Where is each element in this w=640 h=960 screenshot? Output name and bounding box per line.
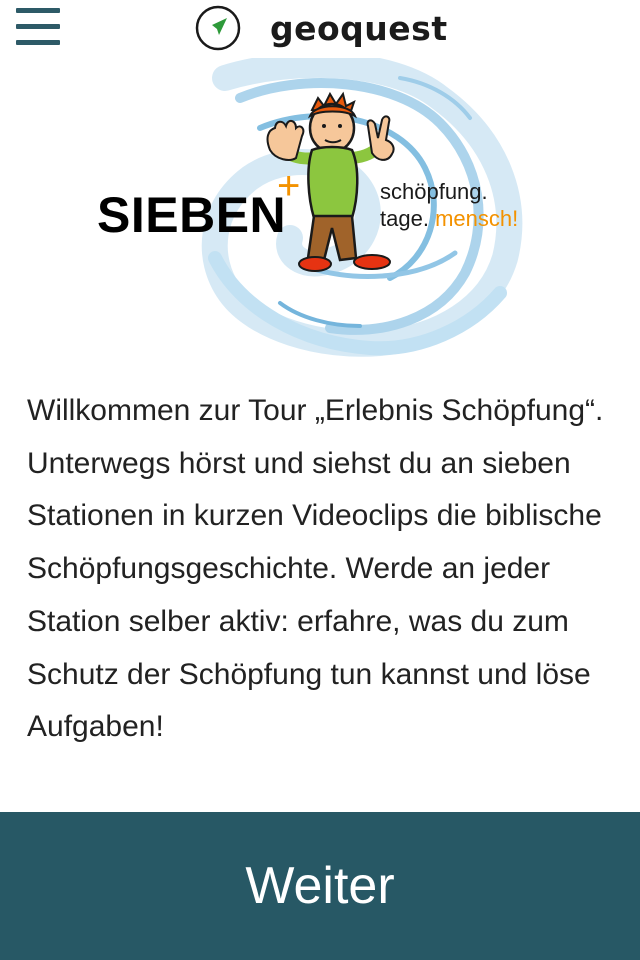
tagline-line2-accent: mensch! (435, 206, 519, 231)
tagline-line2: tage. mensch! (380, 205, 518, 232)
logo-tagline: schöpfung. tage. mensch! (380, 178, 518, 232)
menu-button[interactable] (16, 8, 60, 46)
tagline-line1: schöpfung. (380, 179, 488, 204)
sieben-wordmark: SIEBEN (97, 187, 287, 243)
tagline-line2-prefix: tage. (380, 206, 429, 231)
next-button[interactable]: Weiter (0, 812, 640, 960)
menu-bar-bottom (16, 40, 60, 45)
sieben-logo: SIEBEN + schöpfung. tage. mensch! (0, 58, 640, 358)
menu-bar-middle (16, 24, 60, 29)
intro-text: Willkommen zur Tour „Erlebnis Schöpfung“… (27, 394, 604, 744)
plus-sign: + (277, 164, 301, 208)
navigation-arrow-icon (195, 5, 241, 51)
app-name: geoquest (270, 8, 448, 48)
hamburger-menu-icon (16, 8, 60, 13)
app-header: geoquest (0, 0, 640, 58)
creation-illustration (201, 58, 523, 357)
brand: geoquest (194, 3, 448, 53)
